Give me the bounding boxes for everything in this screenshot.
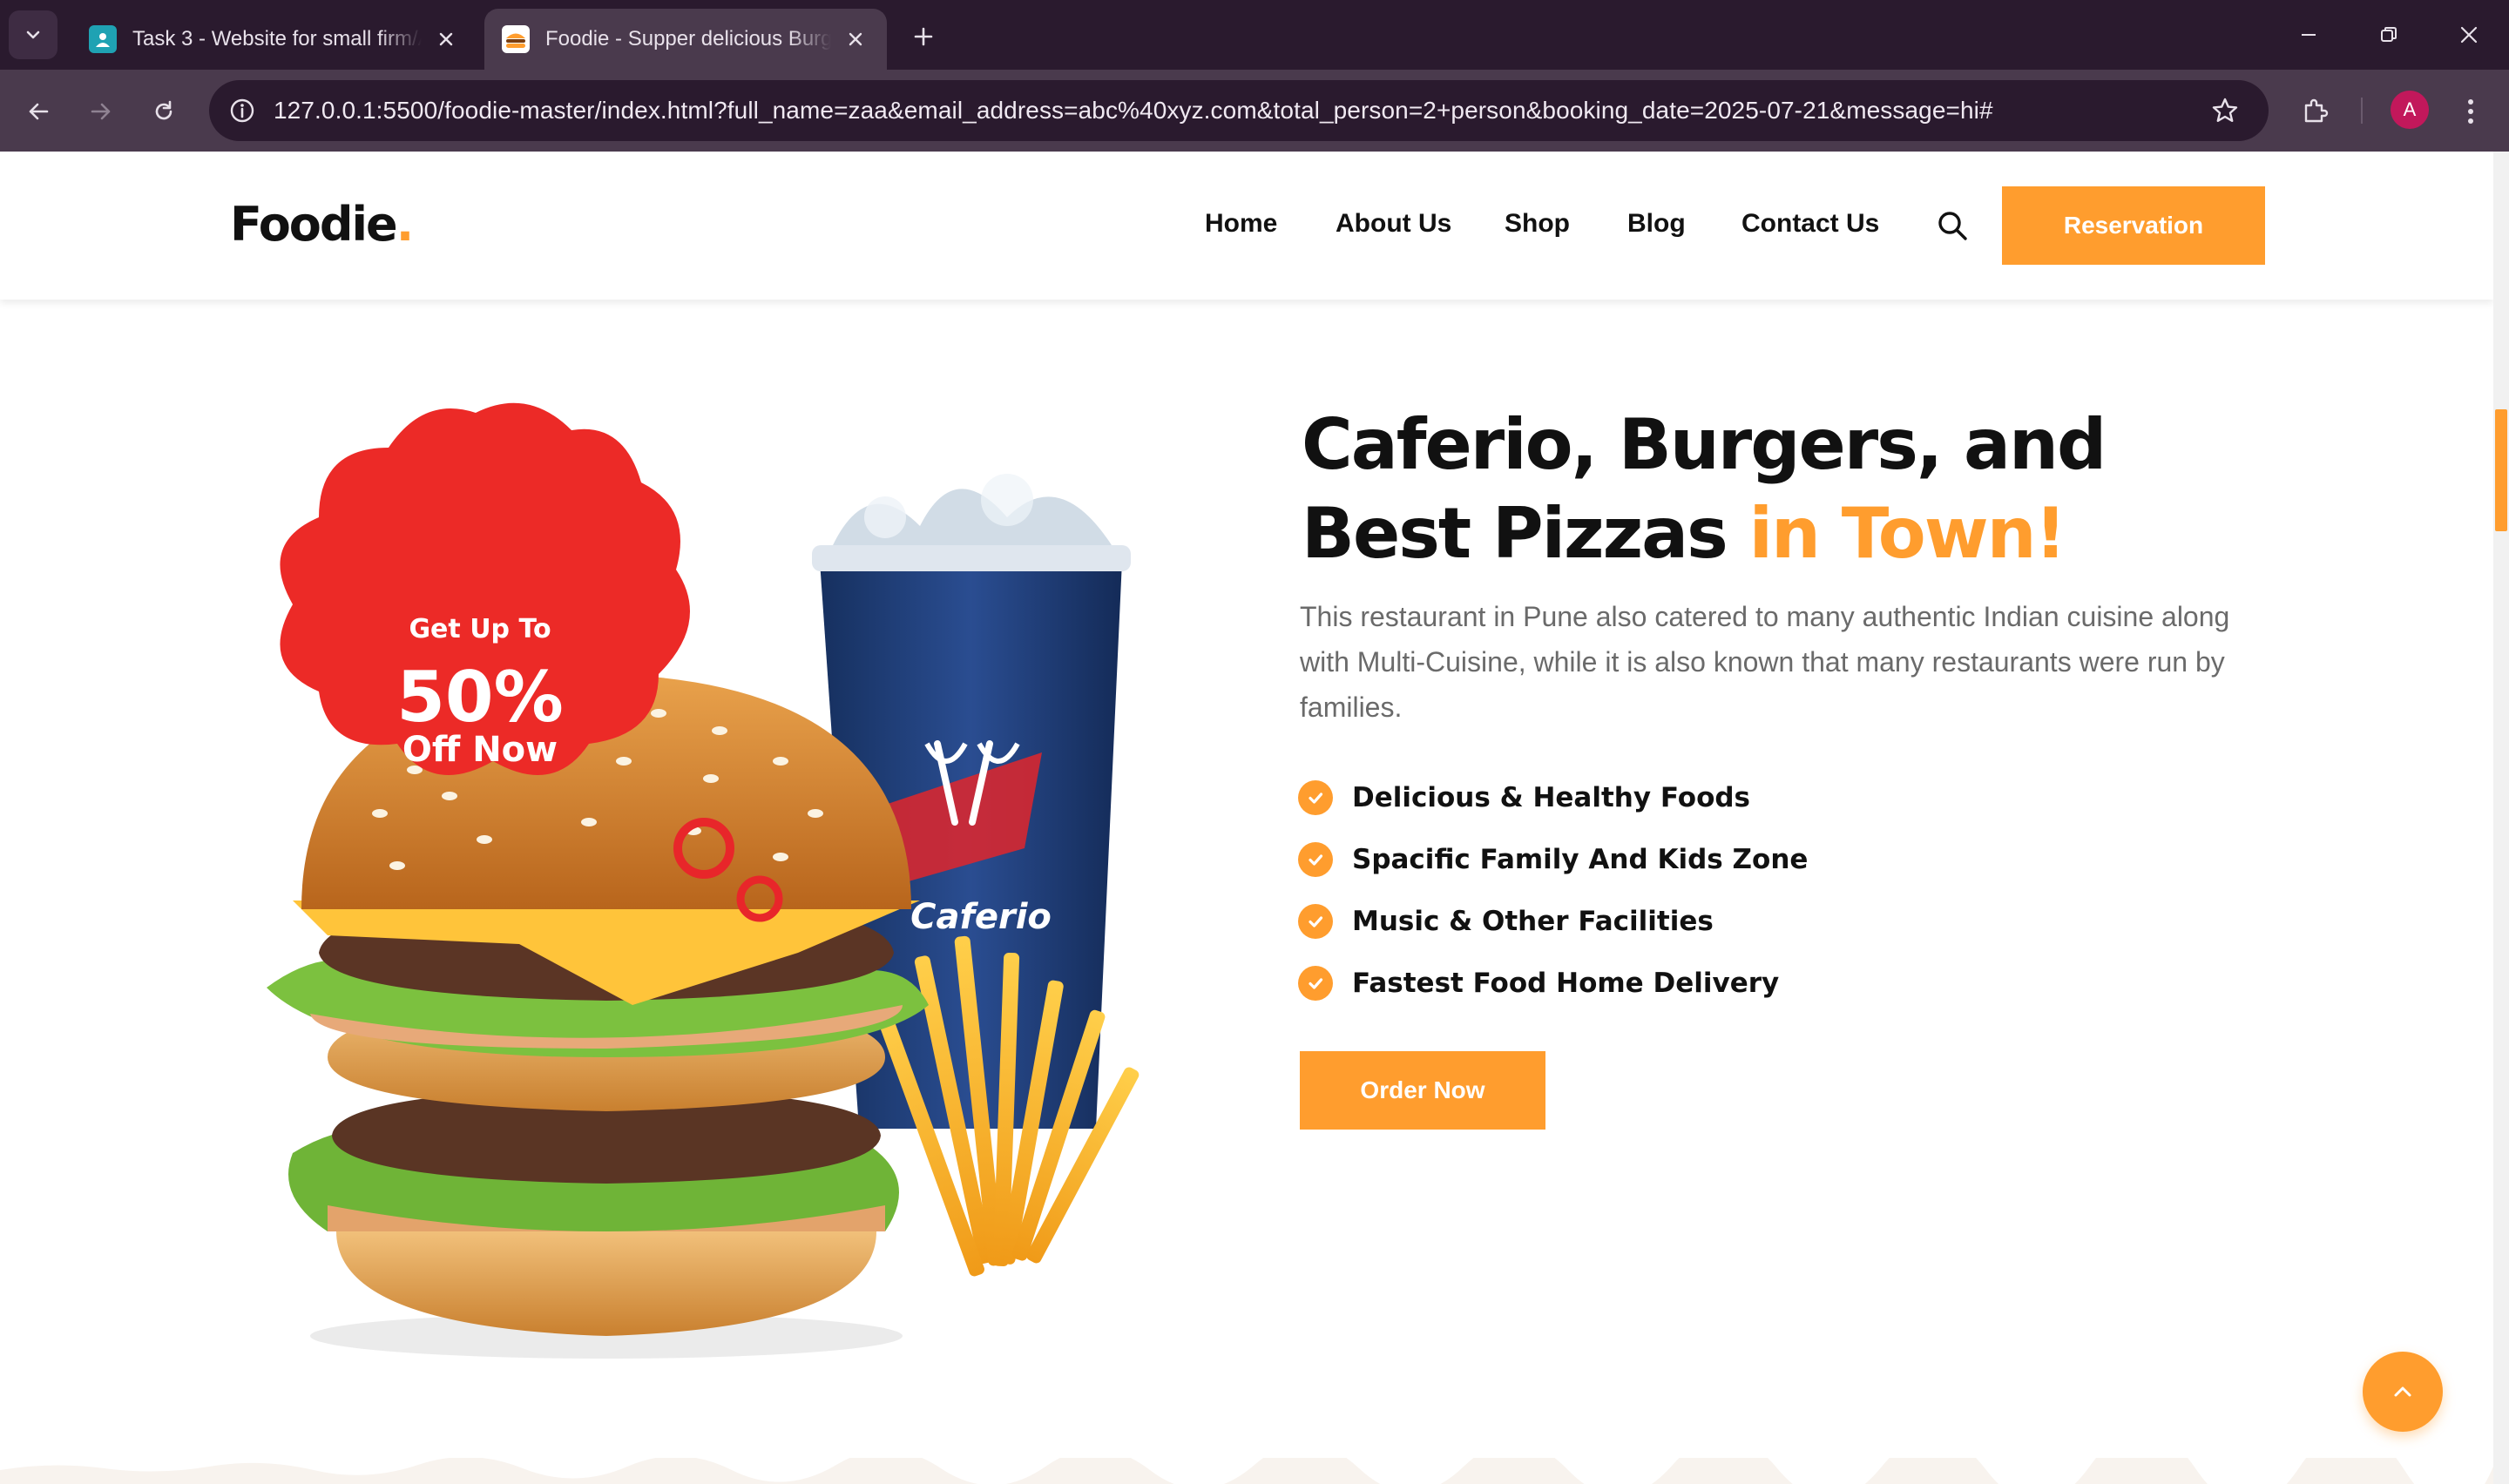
classroom-favicon-icon — [89, 25, 117, 53]
nav-blog[interactable]: Blog — [1627, 209, 1686, 239]
nav-home[interactable]: Home — [1205, 209, 1277, 239]
feature-label: Delicious & Healthy Foods — [1352, 781, 1751, 813]
browser-tab-foodie[interactable]: Foodie - Supper delicious Burger — [484, 9, 887, 70]
logo-text: Foodie — [230, 197, 398, 252]
section-divider-texture — [0, 1458, 2493, 1484]
tab-search-button[interactable] — [9, 10, 57, 59]
browser-tabstrip: Task 3 - Website for small firm/A Foodie… — [0, 0, 2509, 70]
logo-dot: . — [396, 197, 414, 252]
cup-brand-text: Caferio — [910, 897, 1052, 937]
chevron-up-icon — [2394, 1386, 2411, 1397]
nav-contact-us[interactable]: Contact Us — [1741, 209, 1879, 239]
site-info-icon[interactable] — [223, 91, 261, 130]
page-scrollbar[interactable] — [2493, 152, 2509, 1484]
nav-about-us[interactable]: About Us — [1336, 209, 1451, 239]
arrow-left-icon — [29, 103, 49, 120]
hero-food-illustration: Caferio Get Up To 50% Off Now — [258, 395, 1173, 1371]
back-to-top-button[interactable] — [2363, 1352, 2443, 1432]
hero-description: This restaurant in Pune also catered to … — [1300, 601, 2230, 723]
tab-title: Task 3 - Website for small firm/A — [132, 27, 422, 51]
site-logo[interactable]: Foodie. — [230, 197, 414, 252]
badge-line-3: Off Now — [402, 730, 558, 770]
feature-label: Music & Other Facilities — [1352, 905, 1714, 937]
close-tab-icon[interactable] — [432, 25, 460, 53]
feature-list: Delicious & Healthy Foods Spacific Famil… — [1298, 766, 1808, 1014]
feature-label: Spacific Family And Kids Zone — [1352, 843, 1809, 875]
new-tab-button[interactable] — [903, 16, 944, 57]
feature-item: Delicious & Healthy Foods — [1298, 766, 1808, 828]
order-now-button[interactable]: Order Now — [1300, 1051, 1545, 1130]
check-circle-icon — [1298, 841, 1333, 877]
minimize-window-button[interactable] — [2284, 14, 2333, 56]
close-icon — [2460, 26, 2478, 44]
minimize-icon — [2302, 34, 2316, 36]
restore-icon — [2381, 27, 2397, 42]
browser-menu-button[interactable] — [2448, 89, 2493, 134]
plus-icon — [914, 27, 933, 46]
chevron-down-icon — [26, 30, 40, 39]
bookmark-star-icon[interactable] — [2206, 91, 2244, 130]
burger-favicon-icon — [502, 25, 530, 53]
extensions-button[interactable] — [2293, 89, 2338, 134]
hero-title: Caferio, Burgers, and Best Pizzas in Tow… — [1302, 401, 2107, 578]
site-search-button[interactable] — [1929, 202, 1976, 249]
feature-item: Music & Other Facilities — [1298, 890, 1808, 952]
burger-image — [267, 674, 929, 1359]
scrollbar-thumb[interactable] — [2495, 409, 2507, 531]
puzzle-icon — [2304, 98, 2329, 123]
tab-title: Foodie - Supper delicious Burger — [545, 27, 831, 51]
toolbar-divider — [2361, 98, 2363, 124]
discount-badge: Get Up To 50% Off Now — [280, 402, 690, 775]
url-text: 127.0.0.1:5500/foodie-master/index.html?… — [274, 97, 1993, 124]
arrow-right-icon — [91, 103, 111, 120]
restore-window-button[interactable] — [2364, 14, 2413, 56]
check-circle-icon — [1298, 903, 1333, 939]
search-icon — [1938, 212, 1967, 240]
reservation-button[interactable]: Reservation — [2002, 186, 2265, 265]
reload-icon — [155, 100, 172, 120]
address-bar[interactable]: 127.0.0.1:5500/foodie-master/index.html?… — [209, 80, 2269, 141]
site-header: Foodie. Home About Us Shop Blog Contact … — [0, 152, 2493, 300]
feature-item: Fastest Food Home Delivery — [1298, 952, 1808, 1014]
close-window-button[interactable] — [2445, 14, 2493, 56]
nav-shop[interactable]: Shop — [1505, 209, 1570, 239]
forward-button[interactable] — [78, 89, 124, 134]
hero-title-line-1: Caferio, Burgers, and — [1302, 404, 2107, 485]
kebab-menu-icon — [2468, 99, 2473, 124]
back-button[interactable] — [16, 89, 61, 134]
browser-tab-task3[interactable]: Task 3 - Website for small firm/A — [71, 9, 477, 70]
check-circle-icon — [1298, 779, 1333, 815]
reload-button[interactable] — [141, 89, 186, 134]
hero-title-highlight: in Town! — [1748, 493, 2066, 574]
browser-toolbar: 127.0.0.1:5500/foodie-master/index.html?… — [0, 70, 2509, 152]
check-circle-icon — [1298, 965, 1333, 1001]
close-tab-icon[interactable] — [842, 25, 869, 53]
hero-title-line-2: Best Pizzas — [1302, 493, 1749, 574]
feature-label: Fastest Food Home Delivery — [1352, 967, 1780, 999]
feature-item: Spacific Family And Kids Zone — [1298, 828, 1808, 890]
badge-line-1: Get Up To — [409, 614, 551, 644]
web-page: Foodie. Home About Us Shop Blog Contact … — [0, 152, 2493, 1484]
profile-avatar[interactable]: A — [2391, 91, 2429, 129]
badge-line-2: 50% — [396, 657, 563, 738]
